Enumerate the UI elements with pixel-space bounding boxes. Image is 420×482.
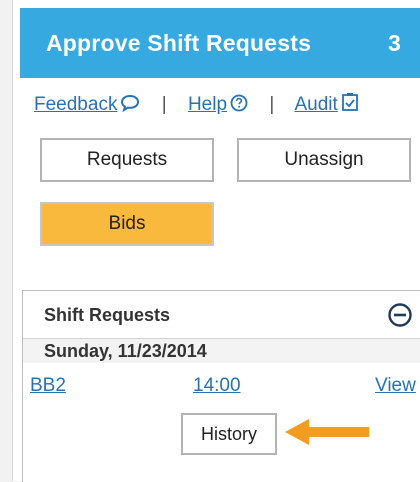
shift-time-link[interactable]: 14:00 (193, 375, 241, 397)
page-header: Approve Shift Requests 3 (20, 8, 420, 78)
shift-code-link[interactable]: BB2 (30, 375, 66, 397)
request-count-badge: 3 (388, 30, 401, 56)
link-separator: | (161, 94, 167, 115)
page-title: Approve Shift Requests (46, 30, 312, 56)
shift-date: Sunday, 11/23/2014 (44, 341, 207, 361)
history-button[interactable]: History (181, 413, 277, 455)
shift-requests-title: Shift Requests (44, 305, 171, 325)
checklist-icon (341, 93, 358, 111)
question-circle-icon (230, 94, 248, 112)
minus-circle-icon[interactable] (387, 302, 413, 328)
speech-bubble-icon (121, 94, 140, 113)
feedback-link[interactable]: Feedback (34, 94, 140, 115)
audit-link[interactable]: Audit (294, 93, 358, 115)
link-bar: Feedback | Help | Audit (34, 92, 359, 118)
unassign-button[interactable]: Unassign (237, 138, 411, 182)
audit-label: Audit (294, 94, 338, 115)
feedback-label: Feedback (34, 94, 118, 115)
view-link[interactable]: View (375, 375, 416, 397)
requests-button[interactable]: Requests (40, 138, 214, 182)
arrow-left-icon (285, 419, 369, 445)
shift-requests-panel: Shift Requests Sunday, 11/23/2014 BB2 14… (22, 290, 420, 482)
date-row: Sunday, 11/23/2014 (23, 339, 420, 363)
help-label: Help (187, 94, 228, 115)
link-separator: | (269, 94, 275, 115)
help-link[interactable]: Help (188, 94, 248, 115)
bids-button[interactable]: Bids (40, 202, 214, 246)
